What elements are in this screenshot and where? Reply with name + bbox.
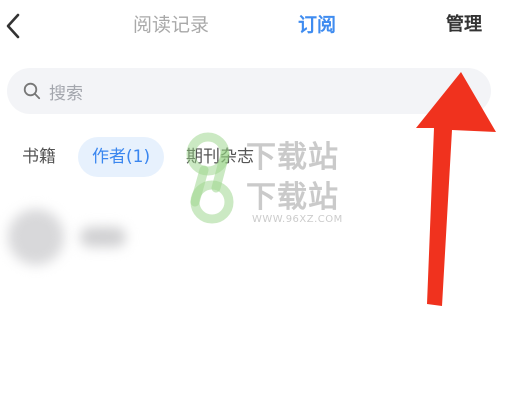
search-icon [23, 82, 41, 100]
manage-button[interactable]: 管理 [446, 12, 482, 38]
author-name-blurred [80, 227, 126, 247]
top-navigation-bar: 阅读记录 订阅 管理 [0, 0, 517, 54]
search-placeholder: 搜索 [49, 83, 83, 104]
tab-reading-history[interactable]: 阅读记录 [133, 12, 209, 38]
filter-authors[interactable]: 作者(1) [78, 137, 165, 177]
watermark-url: WWW.96XZ.COM [252, 214, 343, 225]
author-list-item[interactable] [8, 205, 208, 269]
watermark-text-bottom: 下载站 [246, 180, 339, 215]
filter-books[interactable]: 书籍 [22, 145, 56, 169]
watermark-text-top: 下载站 [246, 140, 339, 175]
tab-subscriptions[interactable]: 订阅 [298, 12, 336, 38]
back-arrow-icon [6, 13, 20, 39]
author-avatar-blurred [8, 209, 64, 265]
filter-journals[interactable]: 期刊杂志 [186, 145, 254, 169]
search-input[interactable]: 搜索 [7, 68, 491, 114]
back-button[interactable] [0, 8, 26, 44]
annotation-arrow [416, 72, 496, 306]
